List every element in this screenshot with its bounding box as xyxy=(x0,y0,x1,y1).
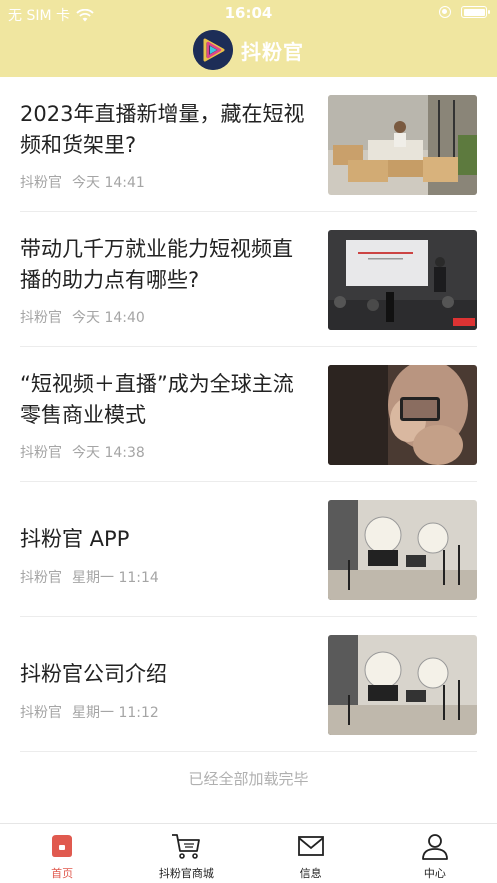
tab-label: 中心 xyxy=(423,867,446,880)
article-title: 2023年直播新增量，藏在短视频和货架里? xyxy=(20,102,305,157)
divider xyxy=(20,751,477,752)
article-item[interactable]: 2023年直播新增量，藏在短视频和货架里? 抖粉官 今天 14:41 xyxy=(0,77,497,212)
article-item[interactable]: 抖粉官公司介绍 抖粉官 星期一 11:12 xyxy=(0,617,497,752)
article-time: 星期一 11:12 xyxy=(72,705,159,721)
article-thumbnail xyxy=(328,635,477,735)
article-meta: 抖粉官 星期一 11:12 xyxy=(20,702,159,722)
article-thumbnail xyxy=(328,365,477,465)
mail-icon xyxy=(297,836,324,856)
article-thumbnail xyxy=(328,230,477,330)
cart-icon xyxy=(172,834,201,859)
article-title: 抖粉官 APP xyxy=(20,527,130,551)
header: 无 SIM 卡 16:04 抖粉官 xyxy=(0,0,497,77)
article-meta: 抖粉官 今天 14:41 xyxy=(20,172,145,192)
article-source: 抖粉官 xyxy=(20,445,62,461)
article-source: 抖粉官 xyxy=(20,310,62,326)
article-time: 今天 14:41 xyxy=(72,175,145,191)
article-source: 抖粉官 xyxy=(20,705,62,721)
article-meta: 抖粉官 今天 14:40 xyxy=(20,307,145,327)
article-meta: 抖粉官 今天 14:38 xyxy=(20,442,145,462)
title-bar: 抖粉官 xyxy=(0,28,497,72)
tab-profile[interactable]: 中心 xyxy=(373,824,497,883)
orientation-lock-icon xyxy=(439,6,451,18)
tab-home[interactable]: 首页 xyxy=(0,824,124,883)
status-bar: 无 SIM 卡 16:04 xyxy=(0,0,497,26)
article-time: 今天 14:38 xyxy=(72,445,145,461)
user-icon xyxy=(421,834,448,860)
article-title: 抖粉官公司介绍 xyxy=(20,662,167,686)
tab-bar: 首页 抖粉官商城 信息 中心 xyxy=(0,823,497,883)
battery-icon xyxy=(461,6,490,18)
article-thumbnail xyxy=(328,95,477,195)
tab-shop[interactable]: 抖粉官商城 xyxy=(124,824,248,883)
article-title: 带动几千万就业能力短视频直播的助力点有哪些? xyxy=(20,237,293,292)
article-source: 抖粉官 xyxy=(20,570,62,586)
tab-label: 信息 xyxy=(299,867,322,880)
article-list: 2023年直播新增量，藏在短视频和货架里? 抖粉官 今天 14:41 带动几千万… xyxy=(0,77,497,752)
app-logo xyxy=(193,30,233,70)
article-item[interactable]: 抖粉官 APP 抖粉官 星期一 11:14 xyxy=(0,482,497,617)
tab-label: 首页 xyxy=(51,867,74,880)
home-icon xyxy=(52,835,73,857)
article-thumbnail xyxy=(328,500,477,600)
app-title: 抖粉官 xyxy=(241,39,304,64)
status-time: 16:04 xyxy=(224,4,273,22)
load-complete-text: 已经全部加载完毕 xyxy=(188,770,309,788)
article-item[interactable]: “短视频＋直播”成为全球主流零售商业模式 抖粉官 今天 14:38 xyxy=(0,347,497,482)
article-time: 星期一 11:14 xyxy=(72,570,159,586)
article-time: 今天 14:40 xyxy=(72,310,145,326)
article-item[interactable]: 带动几千万就业能力短视频直播的助力点有哪些? 抖粉官 今天 14:40 xyxy=(0,212,497,347)
tab-messages[interactable]: 信息 xyxy=(249,824,373,883)
article-source: 抖粉官 xyxy=(20,175,62,191)
tab-label: 抖粉官商城 xyxy=(158,867,214,880)
article-meta: 抖粉官 星期一 11:14 xyxy=(20,567,159,587)
article-title: “短视频＋直播”成为全球主流零售商业模式 xyxy=(20,372,294,427)
